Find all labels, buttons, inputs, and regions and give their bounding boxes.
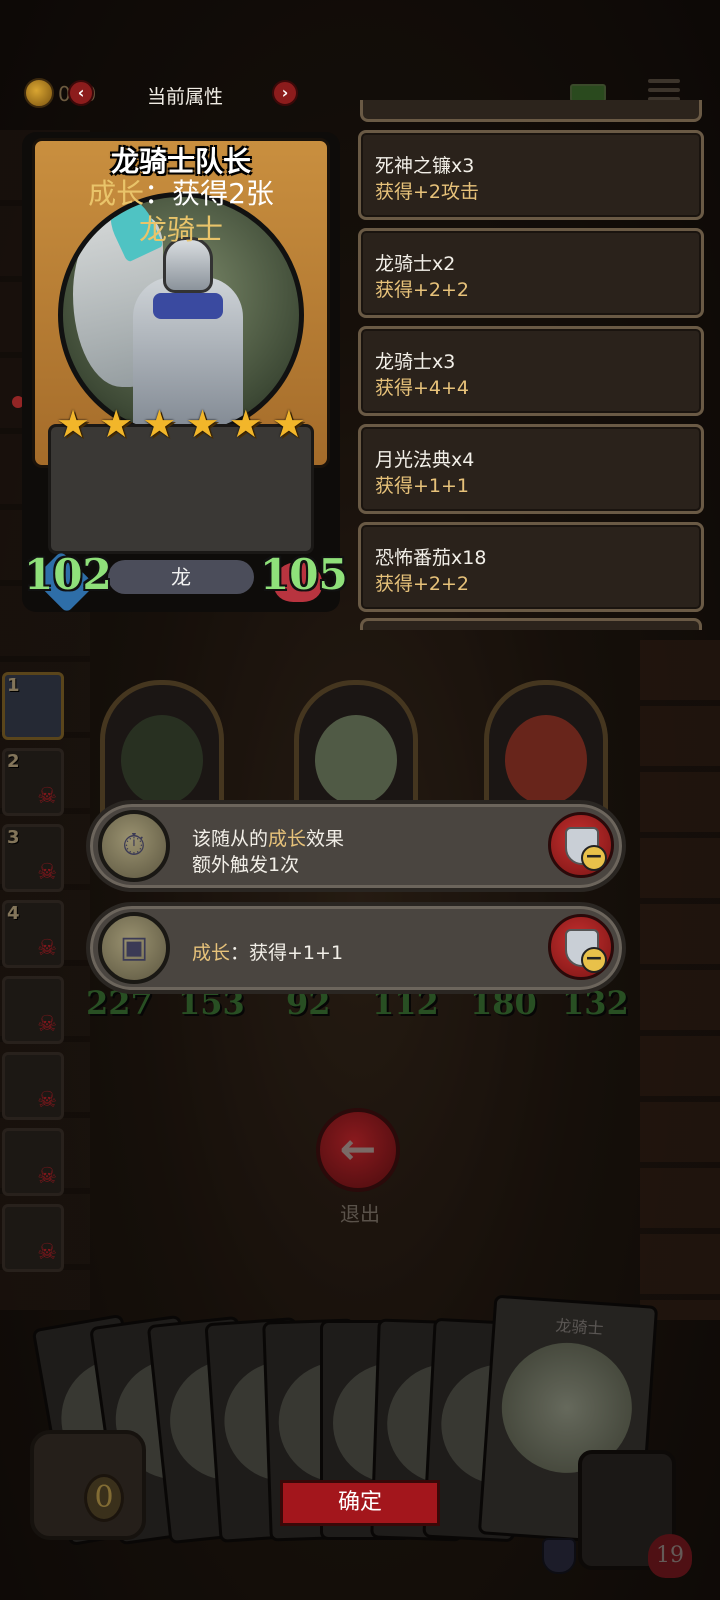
attribute-item: 龙骑士x2 获得+2+2	[358, 228, 704, 318]
tribe-badge: 龙	[108, 560, 254, 594]
chevron-right-icon[interactable]: ›	[272, 80, 298, 106]
coin-icon	[24, 78, 54, 108]
spellbook-icon: ▣	[98, 912, 170, 984]
confirm-button[interactable]: 确定	[280, 1480, 440, 1526]
list-edge-bottom	[360, 618, 702, 630]
star-rating: ★ ★ ★ ★ ★ ★	[56, 404, 306, 444]
hero-health: 105	[260, 550, 348, 599]
hero-card: 龙骑士队长 ★ ★ ★ ★ ★ ★ 成长：获得2张 龙骑士 龙 102 105	[22, 132, 348, 614]
attribute-item: 月光法典x4 获得+1+1	[358, 424, 704, 514]
attribute-item: 死神之镰x3 获得+2攻击	[358, 130, 704, 220]
minus-icon: −	[581, 947, 607, 973]
effect-panel-1: ⏱ 该随从的成长效果 额外触发1次 −	[86, 800, 626, 892]
page-title: 当前属性	[146, 86, 223, 108]
keyword-growth: 成长	[192, 942, 231, 964]
minus-icon: −	[581, 845, 607, 871]
effect-text-line2: 额外触发1次	[192, 854, 300, 876]
star-icon: ★	[185, 402, 220, 446]
star-icon: ★	[271, 402, 306, 446]
keyword-growth: 成长	[88, 177, 145, 210]
hero-description-target: 龙骑士	[138, 213, 223, 246]
attribute-effect: 获得+4+4	[375, 377, 470, 399]
attribute-item: 龙骑士x3 获得+4+4	[358, 326, 704, 416]
exit-label: 退出	[340, 1202, 380, 1226]
attribute-name: 恐怖番茄x18	[375, 547, 487, 569]
gauntlet-stopwatch-icon: ⏱	[98, 810, 170, 882]
hero-description: 成长：获得2张	[22, 172, 340, 212]
star-icon: ★	[56, 402, 91, 446]
attribute-effect: 获得+2攻击	[375, 181, 480, 203]
exit-button[interactable]: ←	[316, 1108, 400, 1192]
star-icon: ★	[228, 402, 263, 446]
attribute-name: 月光法典x4	[375, 449, 475, 471]
effect-text: 成长：获得+1+1	[192, 938, 343, 965]
attribute-list[interactable]: 死神之镰x3 获得+2攻击 龙骑士x2 获得+2+2 龙骑士x3 获得+4+4 …	[358, 100, 704, 630]
keyword-growth: 成长	[268, 828, 307, 850]
attribute-name: 龙骑士x2	[375, 253, 456, 275]
hero-description-text: ：获得2张	[144, 177, 274, 210]
attribute-name: 死神之镰x3	[375, 155, 475, 177]
hero-attack: 102	[24, 550, 112, 599]
effect-panel-2: ▣ 成长：获得+1+1 −	[86, 902, 626, 994]
attribute-item: 恐怖番茄x18 获得+2+2	[358, 522, 704, 612]
star-icon: ★	[99, 402, 134, 446]
effect-text-rest: ：获得+1+1	[230, 942, 344, 964]
effect-text-pre: 该随从的	[192, 828, 269, 850]
list-edge-top	[360, 100, 702, 122]
attribute-effect: 获得+2+2	[375, 279, 470, 301]
star-icon: ★	[142, 402, 177, 446]
effect-text: 该随从的成长效果	[192, 824, 344, 851]
remove-effect-button[interactable]: −	[548, 914, 614, 980]
chevron-left-icon[interactable]: ‹	[68, 80, 94, 106]
attribute-effect: 获得+2+2	[375, 573, 470, 595]
attribute-name: 龙骑士x3	[375, 351, 456, 373]
remove-effect-button[interactable]: −	[548, 812, 614, 878]
knight-scarf	[153, 293, 223, 319]
attribute-effect: 获得+1+1	[375, 475, 470, 497]
effect-text-post: 效果	[306, 828, 345, 850]
